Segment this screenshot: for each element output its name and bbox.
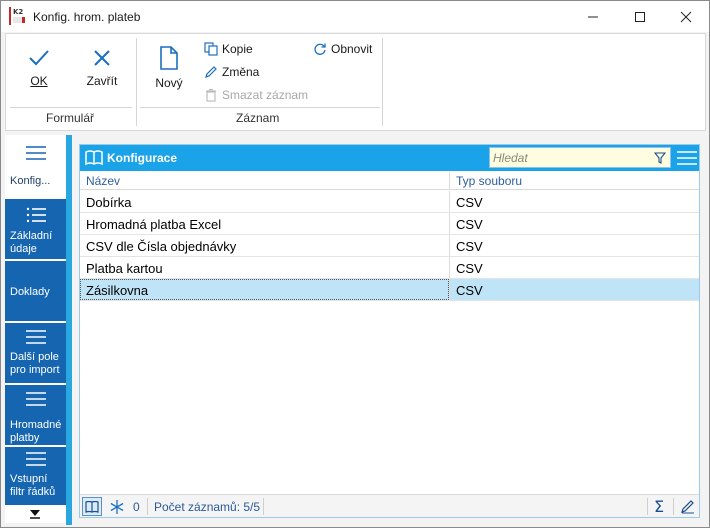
cell-name: Dobírka [86,195,132,210]
delete-record-label: Smazat záznam [222,88,309,102]
copy-icon [204,42,218,56]
window-title: Konfig. hrom. plateb [33,10,141,24]
status-bar: 0 Počet záznamů: 5/5 Σ [80,494,699,517]
maximize-icon [635,11,645,22]
column-header-typ-souboru[interactable]: Typ souboru [450,172,699,190]
list-icon [26,452,46,466]
marked-count: 0 [133,500,140,514]
refresh-label: Obnovit [331,42,373,56]
nav-item-zakladni-udaje[interactable]: Základní údaje [5,199,66,261]
cell-type: CSV [456,217,483,232]
edit-label: Změna [222,65,260,79]
nav-item-label: Další pole pro import [10,351,60,376]
nav-item-label: Základní údaje [10,230,53,255]
group-separator [382,38,383,126]
left-nav: Konfig... Základní údaje Doklady Další p… [5,135,66,523]
trash-icon [206,88,216,102]
table-row[interactable]: Platba kartou CSV [80,257,699,279]
arrow-down-icon [30,510,40,519]
pencil-icon [205,66,217,78]
table-row[interactable]: Hromadná platba Excel CSV [80,213,699,235]
cell-type: CSV [456,261,483,276]
main-panel: Konfigurace Název Typ souboru Dobírka CS… [79,144,700,518]
sum-icon[interactable]: Σ [654,497,664,516]
checkmark-icon [29,50,49,66]
maximize-button[interactable] [617,1,663,32]
close-form-label: Zavřít [86,74,118,88]
bullet-list-icon [26,207,46,223]
column-header-nazev[interactable]: Název [80,172,450,190]
cell-type: CSV [456,239,483,254]
nav-scroll-down-button[interactable] [5,505,66,523]
copy-label: Kopie [222,42,253,56]
list-icon [26,146,46,160]
table-row[interactable]: Dobírka CSV [80,191,699,213]
group-divider [10,107,132,108]
refresh-icon [314,43,326,55]
edit-pencil-icon[interactable] [680,499,695,514]
close-window-button[interactable] [663,1,709,32]
group-divider [140,107,380,108]
filter-icon[interactable] [654,152,666,164]
nav-item-label: Konfig... [10,175,51,187]
panel-header: Konfigurace [80,145,699,171]
new-document-icon [160,46,178,70]
cell-name: Zásilkovna [86,283,149,298]
book-view-button[interactable] [82,497,102,516]
cell-name: CSV dle Čísla objednávky [86,239,237,254]
list-icon [26,330,46,344]
nav-item-vstupni-filtr[interactable]: Vstupní filtr řádků [5,447,66,505]
table-row-selected[interactable]: Zásilkovna CSV [80,279,699,301]
group-label-zaznam: Záznam [236,111,280,125]
search-input[interactable] [490,148,650,167]
new-record-label: Nový [155,76,183,90]
edit-button[interactable]: Změna [204,65,259,79]
close-form-button[interactable]: Zavřít [82,48,122,88]
ok-button[interactable]: OK [24,48,54,88]
cell-name: Hromadná platba Excel [86,217,222,232]
minimize-button[interactable] [570,1,616,32]
table-row[interactable]: CSV dle Čísla objednávky CSV [80,235,699,257]
nav-item-konfigurace[interactable]: Konfig... [5,135,66,199]
minimize-icon [588,16,598,17]
record-count: Počet záznamů: 5/5 [154,500,261,514]
cell-name: Platba kartou [86,261,163,276]
cell-type: CSV [456,283,483,298]
copy-button[interactable]: Kopie [204,42,253,56]
refresh-button[interactable]: Obnovit [313,42,372,56]
group-separator [136,38,137,126]
new-record-button[interactable]: Nový [152,46,186,90]
nav-item-label: Vstupní filtr řádků [10,473,56,498]
app-window: K2 Konfig. hrom. plateb OK Zavřít Formul… [0,0,710,528]
search-box [489,147,671,168]
nav-item-hromadne-platby[interactable]: Hromadné platby [5,385,66,447]
close-icon [680,11,692,22]
close-x-icon [94,50,110,66]
list-icon [26,392,46,406]
nav-item-dalsi-pole[interactable]: Další pole pro import [5,323,66,385]
cell-type: CSV [456,195,483,210]
nav-item-doklady[interactable]: Doklady [5,261,66,323]
group-label-formular: Formulář [46,111,95,125]
snowflake-icon[interactable] [110,500,124,514]
book-icon [85,150,103,166]
ribbon: OK Zavřít Formulář Nový Kopie Změna Smaz… [5,33,706,131]
nav-active-strip [66,135,72,525]
panel-menu-icon[interactable] [677,150,697,166]
delete-record-button[interactable]: Smazat záznam [204,88,308,102]
ok-label: OK [30,74,48,88]
panel-title: Konfigurace [107,151,178,165]
app-logo-icon: K2 [9,7,27,25]
nav-item-label: Hromadné platby [10,419,62,444]
book-icon [85,501,99,513]
title-bar: K2 Konfig. hrom. plateb [1,1,709,32]
nav-item-label: Doklady [10,286,50,298]
